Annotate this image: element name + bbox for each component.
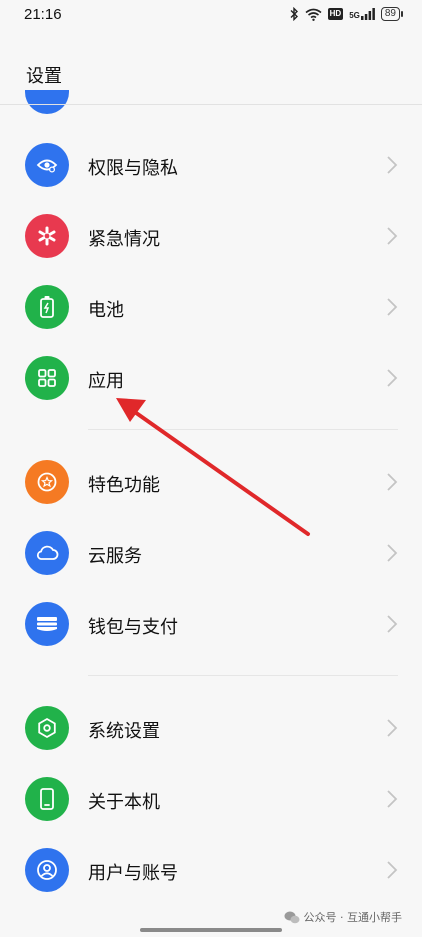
menu-item-label: 用户与账号	[88, 863, 178, 884]
chevron-right-icon	[387, 719, 398, 737]
star-icon	[25, 460, 69, 504]
settings-list: 权限与隐私 紧急情况 电池 应用 特色功能 云服务 钱包与支付 系统设置 关于本…	[0, 105, 422, 937]
menu-item-apps[interactable]: 应用	[0, 348, 422, 408]
battery-indicator: 89	[380, 7, 404, 21]
menu-item-label: 应用	[88, 371, 124, 392]
group-divider	[88, 675, 398, 676]
menu-item-label: 权限与隐私	[88, 158, 178, 179]
chevron-right-icon	[387, 227, 398, 245]
phone-icon	[25, 777, 69, 821]
menu-item-label: 系统设置	[88, 721, 160, 742]
battery-icon	[25, 285, 69, 329]
menu-item-emergency[interactable]: 紧急情况	[0, 206, 422, 266]
cloud-icon	[25, 531, 69, 575]
status-time: 21:16	[24, 6, 62, 23]
wifi-icon	[305, 8, 322, 21]
menu-item-features[interactable]: 特色功能	[0, 452, 422, 512]
chevron-right-icon	[387, 615, 398, 633]
menu-item-label: 特色功能	[88, 475, 160, 496]
chevron-right-icon	[387, 790, 398, 808]
menu-item-privacy[interactable]: 权限与隐私	[0, 135, 422, 195]
signal-label: 5G	[349, 11, 360, 20]
bluetooth-icon	[290, 7, 298, 21]
menu-item-about-phone[interactable]: 关于本机	[0, 769, 422, 829]
privacy-eye-icon	[25, 143, 69, 187]
apps-grid-icon	[25, 356, 69, 400]
menu-item-system-settings[interactable]: 系统设置	[0, 698, 422, 758]
watermark-text: 公众号 · 互通小帮手	[303, 911, 403, 924]
menu-item-battery[interactable]: 电池	[0, 277, 422, 337]
menu-item-user-account[interactable]: 用户与账号	[0, 840, 422, 900]
system-hexagon-icon	[25, 706, 69, 750]
menu-item-label: 钱包与支付	[88, 617, 178, 638]
status-icons: HD 5G 89	[289, 7, 404, 21]
hd-badge: HD	[327, 8, 344, 20]
menu-item-wallet[interactable]: 钱包与支付	[0, 594, 422, 654]
status-bar: 21:16 HD 5G 89	[0, 0, 422, 32]
menu-item-label: 紧急情况	[88, 229, 160, 250]
menu-item-label: 电池	[88, 300, 124, 321]
watermark: 公众号 · 互通小帮手	[284, 909, 403, 925]
menu-item-label: 云服务	[88, 546, 142, 567]
chevron-right-icon	[387, 156, 398, 174]
chevron-right-icon	[387, 544, 398, 562]
page-title: 设置	[26, 66, 62, 87]
chevron-right-icon	[387, 369, 398, 387]
wechat-icon	[284, 911, 299, 923]
wallet-icon	[25, 602, 69, 646]
menu-item-label: 关于本机	[88, 792, 160, 813]
emergency-asterisk-icon	[25, 214, 69, 258]
menu-item-cloud[interactable]: 云服务	[0, 523, 422, 583]
chevron-right-icon	[387, 298, 398, 316]
chevron-right-icon	[387, 861, 398, 879]
cell-signal-icon: 5G	[349, 8, 375, 20]
user-icon	[25, 848, 69, 892]
home-indicator[interactable]	[140, 928, 282, 932]
group-divider	[88, 429, 398, 430]
chevron-right-icon	[387, 473, 398, 491]
